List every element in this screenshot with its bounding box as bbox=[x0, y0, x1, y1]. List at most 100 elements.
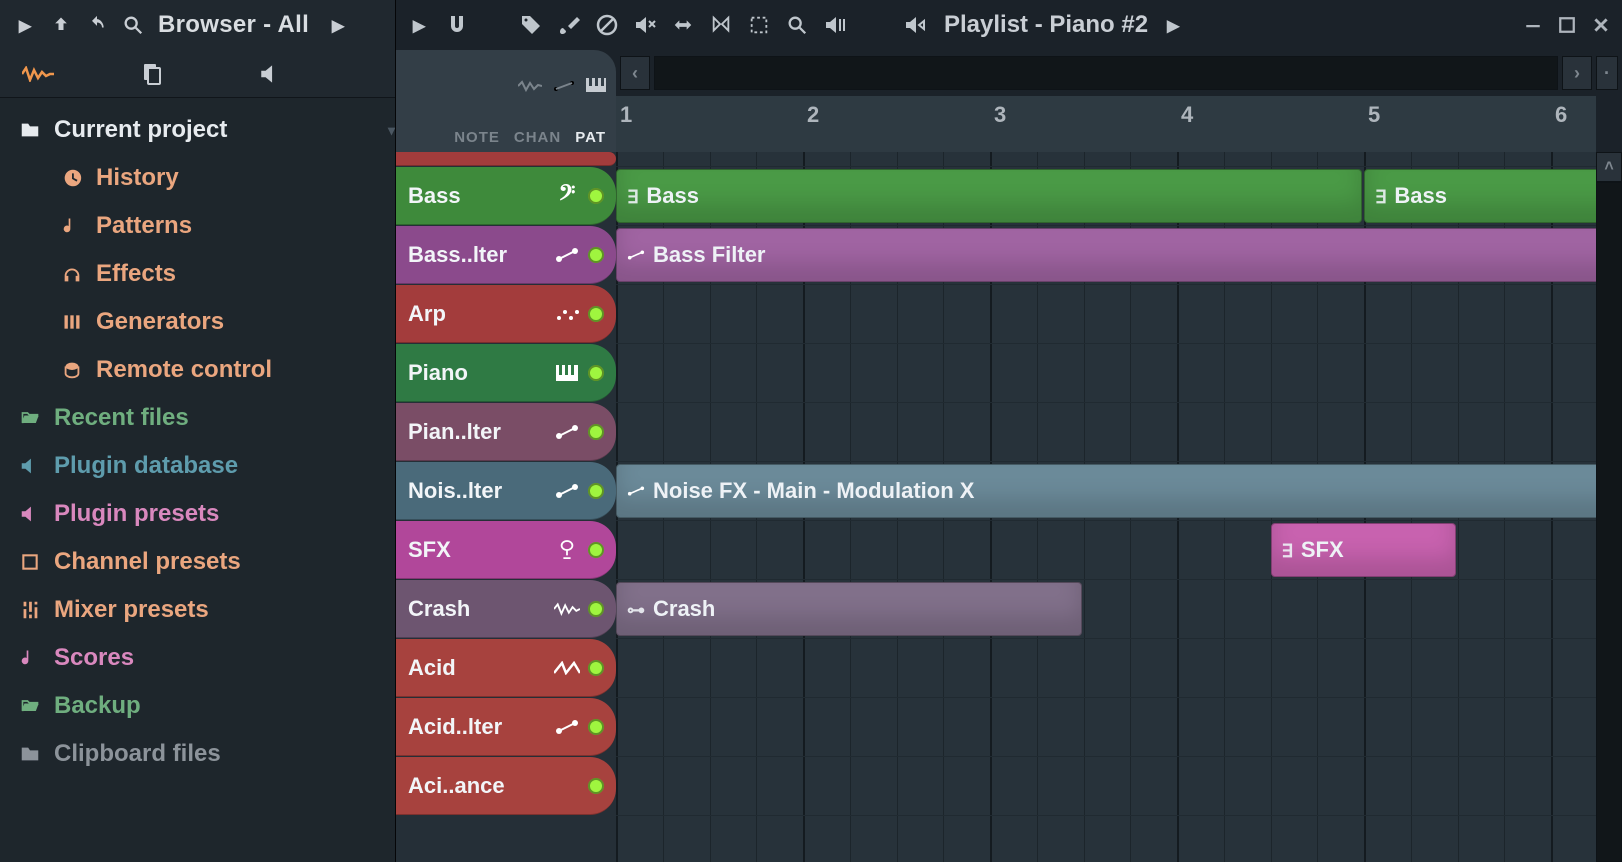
mute-dot[interactable] bbox=[588, 424, 604, 440]
stretch-icon[interactable] bbox=[670, 12, 696, 38]
minimize-icon[interactable] bbox=[1522, 14, 1544, 36]
search-icon[interactable] bbox=[122, 14, 144, 36]
clip[interactable]: Bass Filter bbox=[616, 228, 1596, 282]
mute-dot[interactable] bbox=[588, 778, 604, 794]
mute-dot[interactable] bbox=[588, 719, 604, 735]
clip[interactable]: ∃Bass bbox=[1364, 169, 1596, 223]
track-header[interactable]: Nois..lter bbox=[396, 462, 616, 520]
tree-item[interactable]: Remote control bbox=[0, 346, 395, 394]
mute-dot[interactable] bbox=[588, 306, 604, 322]
tree-item[interactable]: History bbox=[0, 154, 395, 202]
tree-label: Generators bbox=[96, 308, 224, 336]
browser-title: Browser - All bbox=[158, 11, 309, 39]
tree-item[interactable]: Current project▾ bbox=[0, 106, 395, 154]
close-icon[interactable] bbox=[1590, 14, 1612, 36]
track-header[interactable]: Aci..ance bbox=[396, 757, 616, 815]
scroll-track-v[interactable] bbox=[1596, 182, 1622, 862]
tree-label: Recent files bbox=[54, 404, 189, 432]
ruler-mode-note[interactable]: NOTE bbox=[454, 129, 500, 146]
playback-icon[interactable] bbox=[822, 12, 848, 38]
mute-dot[interactable] bbox=[588, 188, 604, 204]
piano-mini-icon[interactable] bbox=[586, 78, 606, 92]
tag-icon[interactable] bbox=[518, 12, 544, 38]
folder-icon bbox=[18, 119, 42, 141]
track-header[interactable]: Pian..lter bbox=[396, 403, 616, 461]
mute-dot[interactable] bbox=[588, 483, 604, 499]
speaker-icon[interactable] bbox=[902, 12, 928, 38]
bar-number: 2 bbox=[807, 102, 819, 128]
scroll-options-icon[interactable]: · bbox=[1596, 56, 1618, 90]
note-icon bbox=[60, 215, 84, 237]
track-header[interactable]: SFX bbox=[396, 521, 616, 579]
wave-mini-icon[interactable] bbox=[518, 80, 542, 92]
track-header[interactable]: Arp bbox=[396, 285, 616, 343]
tree-item[interactable]: Patterns bbox=[0, 202, 395, 250]
select-icon[interactable] bbox=[746, 12, 772, 38]
track-header[interactable]: Bass..lter bbox=[396, 226, 616, 284]
clip[interactable]: ∃SFX bbox=[1271, 523, 1456, 577]
ruler-mode-chan[interactable]: CHAN bbox=[514, 129, 561, 146]
track-header[interactable]: Acid bbox=[396, 639, 616, 697]
tree-item[interactable]: Plugin database bbox=[0, 442, 395, 490]
mute-dot[interactable] bbox=[588, 601, 604, 617]
square-icon bbox=[18, 552, 42, 572]
up-icon[interactable] bbox=[50, 14, 72, 36]
mute-dot[interactable] bbox=[588, 247, 604, 263]
playlist-body: Bass𝄢Bass..lterArpPianoPian..lterNois..l… bbox=[396, 152, 1622, 862]
wave-tool-icon[interactable] bbox=[22, 66, 50, 82]
track-header[interactable]: Crash bbox=[396, 580, 616, 638]
playlist-toolbar: ▸ bbox=[396, 0, 1622, 50]
tree-item[interactable]: Backup bbox=[0, 682, 395, 730]
speaker-tool-icon[interactable] bbox=[258, 61, 286, 87]
clip[interactable]: ∃Bass bbox=[616, 169, 1362, 223]
mute-dot[interactable] bbox=[588, 660, 604, 676]
playlist-panel: ▸ bbox=[396, 0, 1622, 862]
collapse-icon[interactable]: ▸ bbox=[14, 14, 36, 36]
mute-dot[interactable] bbox=[588, 365, 604, 381]
tree-item[interactable]: Mixer presets bbox=[0, 586, 395, 634]
zoom-icon[interactable] bbox=[784, 12, 810, 38]
timeline-ruler[interactable]: 1234567 bbox=[616, 96, 1596, 152]
disable-icon[interactable] bbox=[594, 12, 620, 38]
automation-mini-icon[interactable] bbox=[552, 80, 576, 92]
play-icon[interactable]: ▸ bbox=[406, 12, 432, 38]
tree-item[interactable]: Recent files bbox=[0, 394, 395, 442]
brush-icon[interactable] bbox=[556, 12, 582, 38]
undo-icon[interactable] bbox=[86, 14, 108, 36]
pattern-icon: ∃ bbox=[1282, 537, 1293, 563]
magnet-icon[interactable] bbox=[444, 12, 470, 38]
tree-item[interactable]: Clipboard files bbox=[0, 730, 395, 778]
tree-item[interactable]: Scores bbox=[0, 634, 395, 682]
automation-icon bbox=[627, 249, 645, 261]
maximize-icon[interactable] bbox=[1556, 14, 1578, 36]
clip[interactable]: ⊶Crash bbox=[616, 582, 1082, 636]
horizontal-scrollbar[interactable]: ‹ › · bbox=[616, 50, 1622, 96]
ruler-modes[interactable]: NOTE CHAN PAT bbox=[454, 129, 606, 146]
scroll-track[interactable] bbox=[654, 56, 1558, 90]
track-header[interactable] bbox=[396, 152, 616, 166]
clip[interactable]: Noise FX - Main - Modulation X bbox=[616, 464, 1596, 518]
track-grid[interactable]: ∃Bass∃BassBass Filter Noise FX - Main - M… bbox=[616, 152, 1596, 862]
wave-icon bbox=[554, 602, 580, 616]
tree-label: History bbox=[96, 164, 179, 192]
ruler-mode-pat[interactable]: PAT bbox=[575, 129, 606, 146]
tree-item[interactable]: Effects bbox=[0, 250, 395, 298]
mute-dot[interactable] bbox=[588, 542, 604, 558]
chevron-right-icon[interactable]: ▸ bbox=[1160, 12, 1186, 38]
track-header[interactable]: Bass𝄢 bbox=[396, 167, 616, 225]
tree-label: Mixer presets bbox=[54, 596, 209, 624]
chevron-right-icon[interactable]: ▸ bbox=[327, 14, 349, 36]
scroll-up-icon[interactable]: ˄ bbox=[1596, 152, 1622, 182]
slice-icon[interactable] bbox=[708, 12, 734, 38]
tree-label: Plugin database bbox=[54, 452, 238, 480]
copy-tool-icon[interactable] bbox=[140, 62, 168, 86]
tree-item[interactable]: Plugin presets bbox=[0, 490, 395, 538]
scroll-right-icon[interactable]: › bbox=[1562, 56, 1592, 90]
vertical-scrollbar[interactable]: ˄ bbox=[1596, 152, 1622, 862]
track-header[interactable]: Piano bbox=[396, 344, 616, 402]
scroll-left-icon[interactable]: ‹ bbox=[620, 56, 650, 90]
mute-icon[interactable] bbox=[632, 12, 658, 38]
track-header[interactable]: Acid..lter bbox=[396, 698, 616, 756]
tree-item[interactable]: Channel presets bbox=[0, 538, 395, 586]
tree-item[interactable]: Generators bbox=[0, 298, 395, 346]
